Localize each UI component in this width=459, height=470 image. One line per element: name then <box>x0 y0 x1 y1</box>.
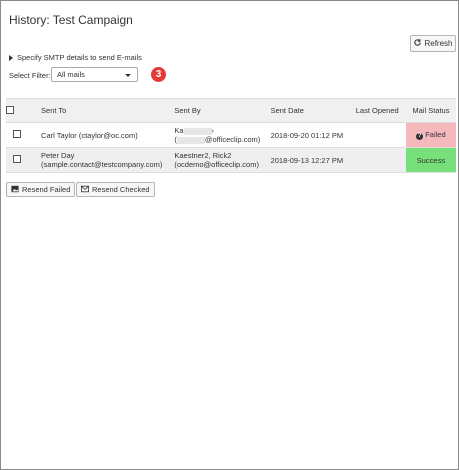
filter-select[interactable]: All mails <box>51 67 138 82</box>
page-title: History: Test Campaign <box>9 13 133 27</box>
envelope-icon <box>81 185 89 195</box>
sent-to-email: (sample.contact@testcompany.com) <box>41 160 163 169</box>
refresh-button[interactable]: Refresh <box>410 35 456 52</box>
question-icon: ? <box>416 133 424 140</box>
table-header-row: Sent To Sent By Sent Date Last Opened Ma… <box>6 98 456 123</box>
status-badge: Failed <box>425 130 446 139</box>
select-all-checkbox[interactable] <box>6 105 14 114</box>
history-window: History: Test Campaign Refresh Specify S… <box>0 0 459 470</box>
table-row: Carl Taylor (ctaylor@oc.com) Ka › (@offic… <box>6 122 456 148</box>
step-badge: 3 <box>151 67 166 82</box>
expand-arrow-icon <box>9 54 13 61</box>
sent-by-email: (@officeclip.com) <box>174 135 270 144</box>
table-row: Peter Day (sample.contact@testcompany.co… <box>6 147 456 173</box>
select-all-cell <box>6 98 29 123</box>
sent-by-name-end: › <box>211 126 215 135</box>
sent-to-name: Peter Day <box>41 151 75 160</box>
refresh-icon <box>413 38 422 49</box>
row-checkbox[interactable] <box>13 155 22 163</box>
header-mail-status: Mail Status <box>405 98 456 123</box>
mail-status-cell: Success <box>405 147 456 173</box>
sent-to-cell: Peter Day (sample.contact@testcompany.co… <box>28 147 175 173</box>
sent-by-name: Ka › <box>174 126 270 135</box>
sent-by-cell: Kaestner2, Rick2 (ocdemo@officeclip.com) <box>174 147 271 173</box>
resend-checked-label: Resend Checked <box>92 185 150 194</box>
sent-by-email-visible: @officeclip.com) <box>204 135 261 144</box>
sent-by-cell: Ka › (@officeclip.com) <box>174 122 271 148</box>
redacted-text <box>176 136 205 144</box>
sent-by-name-visible: Ka <box>174 126 184 135</box>
resend-failed-label: Resend Failed <box>22 185 71 194</box>
header-last-opened: Last Opened <box>355 98 406 123</box>
mail-status-cell: ? Failed <box>405 122 456 148</box>
image-icon <box>11 185 19 195</box>
header-sent-by: Sent By <box>174 98 271 123</box>
refresh-label: Refresh <box>424 39 453 48</box>
chevron-down-icon <box>125 74 131 77</box>
filter-label: Select Filter: <box>9 71 51 80</box>
history-table: Sent To Sent By Sent Date Last Opened Ma… <box>6 98 456 173</box>
status-badge: Success <box>416 155 446 165</box>
sent-date-cell: 2018-09-13 12:27 PM <box>270 147 356 173</box>
sent-by-email: (ocdemo@officeclip.com) <box>174 160 259 169</box>
sent-to-cell: Carl Taylor (ctaylor@oc.com) <box>28 122 175 148</box>
last-opened-cell <box>355 122 406 148</box>
row-checkbox-cell <box>6 147 29 173</box>
resend-failed-button[interactable]: Resend Failed <box>6 182 76 197</box>
smtp-details-label: Specify SMTP details to send E-mails <box>17 53 142 62</box>
resend-checked-button[interactable]: Resend Checked <box>76 182 155 197</box>
header-sent-date: Sent Date <box>270 98 356 123</box>
smtp-details-toggle[interactable]: Specify SMTP details to send E-mails <box>9 53 142 62</box>
sent-to-name: Carl Taylor (ctaylor@oc.com) <box>41 130 138 140</box>
sent-date-cell: 2018-09-20 01:12 PM <box>270 122 356 148</box>
row-checkbox[interactable] <box>13 130 22 138</box>
header-sent-to: Sent To <box>28 98 175 123</box>
sent-by-name: Kaestner2, Rick2 <box>174 151 232 160</box>
filter-selected-value: All mails <box>57 70 85 79</box>
last-opened-cell <box>355 147 406 173</box>
redacted-text <box>183 127 212 135</box>
row-checkbox-cell <box>6 122 29 148</box>
